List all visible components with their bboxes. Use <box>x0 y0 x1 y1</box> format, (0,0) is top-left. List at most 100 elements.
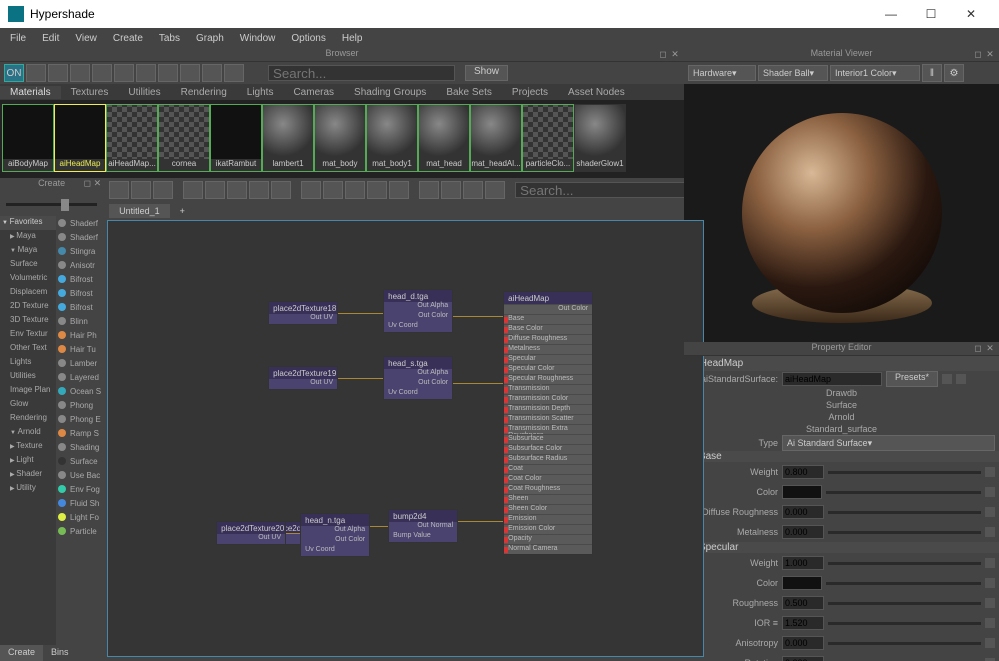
minimize-button[interactable]: — <box>871 1 911 27</box>
tab-utilities[interactable]: Utilities <box>118 86 170 99</box>
material-thumb[interactable]: mat_body1 <box>366 104 418 172</box>
category-item[interactable]: Other Text <box>0 342 56 356</box>
tool-5[interactable] <box>114 64 134 82</box>
menu-create[interactable]: Create <box>107 31 149 46</box>
graph-node[interactable]: head_n.tgaOut AlphaOut ColorUv Coord <box>300 513 370 557</box>
create-item[interactable]: Bifrost <box>56 272 103 286</box>
graph-node[interactable]: head_s.tgaOut AlphaOut ColorUv Coord <box>383 356 453 400</box>
create-item[interactable]: Lamber <box>56 356 103 370</box>
menu-options[interactable]: Options <box>285 31 331 46</box>
category-item[interactable]: Env Textur <box>0 328 56 342</box>
gtool-9[interactable] <box>301 181 321 199</box>
material-thumb[interactable]: aiHeadMap... <box>106 104 158 172</box>
gtool-7[interactable] <box>249 181 269 199</box>
create-item[interactable]: Use Bac <box>56 468 103 482</box>
category-item[interactable]: Rendering <box>0 412 56 426</box>
graph-tab-1[interactable]: Untitled_1 <box>109 204 170 218</box>
tool-8[interactable] <box>180 64 200 82</box>
category-item[interactable]: Image Plan <box>0 384 56 398</box>
graph-search[interactable] <box>515 182 702 198</box>
map-button[interactable] <box>985 558 995 568</box>
prop-value[interactable] <box>782 465 824 479</box>
menu-view[interactable]: View <box>69 31 103 46</box>
create-item[interactable]: Layered <box>56 370 103 384</box>
create-item[interactable]: Bifrost <box>56 286 103 300</box>
gtool-2[interactable] <box>131 181 151 199</box>
tool-2[interactable] <box>48 64 68 82</box>
graph-tab-add[interactable]: + <box>170 204 190 218</box>
tool-10[interactable] <box>224 64 244 82</box>
graph-node[interactable]: place2dTexture20Out UV <box>216 521 286 545</box>
prop-slider[interactable] <box>828 471 981 474</box>
gtool-14[interactable] <box>419 181 439 199</box>
gtool-5[interactable] <box>205 181 225 199</box>
prop-value[interactable] <box>782 636 824 650</box>
gtool-10[interactable] <box>323 181 343 199</box>
tool-4[interactable] <box>92 64 112 82</box>
prop-value[interactable] <box>782 596 824 610</box>
material-thumb[interactable]: mat_head <box>418 104 470 172</box>
category-item[interactable]: Shader <box>0 468 56 482</box>
tool-3[interactable] <box>70 64 90 82</box>
close-icon[interactable]: ✕ <box>985 49 995 59</box>
category-item[interactable]: Displacem <box>0 286 56 300</box>
color-swatch[interactable] <box>782 576 822 590</box>
footer-create[interactable]: Create <box>0 645 43 661</box>
close-icon[interactable]: ✕ <box>985 343 995 353</box>
menu-window[interactable]: Window <box>234 31 282 46</box>
create-item[interactable]: Shaderf <box>56 216 103 230</box>
gtool-17[interactable] <box>485 181 505 199</box>
create-item[interactable]: Bifrost <box>56 300 103 314</box>
gtool-11[interactable] <box>345 181 365 199</box>
tab-bakesets[interactable]: Bake Sets <box>436 86 502 99</box>
section-base[interactable]: Base <box>684 451 999 462</box>
menu-edit[interactable]: Edit <box>36 31 65 46</box>
category-item[interactable]: Light <box>0 454 56 468</box>
close-button[interactable]: ✕ <box>951 1 991 27</box>
category-item[interactable]: Volumetric <box>0 272 56 286</box>
tab-rendering[interactable]: Rendering <box>171 86 237 99</box>
close-icon[interactable]: ✕ <box>670 49 680 59</box>
graph-node[interactable]: head_d.tgaOut AlphaOut ColorUv Coord <box>383 289 453 333</box>
tab-assetnodes[interactable]: Asset Nodes <box>558 86 635 99</box>
create-item[interactable]: Hair Tu <box>56 342 103 356</box>
gtool-1[interactable] <box>109 181 129 199</box>
map-button[interactable] <box>985 487 995 497</box>
prop-value[interactable] <box>782 525 824 539</box>
tab-cameras[interactable]: Cameras <box>283 86 344 99</box>
prop-icon-2[interactable] <box>956 374 966 384</box>
menu-file[interactable]: File <box>4 31 32 46</box>
node-graph-canvas[interactable]: place2dTexture18Out UV place2dTexture19Ou… <box>107 220 704 657</box>
material-thumb[interactable]: mat_body <box>314 104 366 172</box>
map-button[interactable] <box>985 527 995 537</box>
category-item[interactable]: Surface <box>0 258 56 272</box>
gtool-4[interactable] <box>183 181 203 199</box>
tool-1[interactable] <box>26 64 46 82</box>
graph-node[interactable]: bump2d4Out NormalBump Value <box>388 509 458 543</box>
create-item[interactable]: Phong E <box>56 412 103 426</box>
gtool-3[interactable] <box>153 181 173 199</box>
material-thumb[interactable]: cornea <box>158 104 210 172</box>
maximize-button[interactable]: ☐ <box>911 1 951 27</box>
create-item[interactable]: Anisotr <box>56 258 103 272</box>
tool-9[interactable] <box>202 64 222 82</box>
graph-node[interactable]: place2dTexture19Out UV <box>268 366 338 390</box>
viewer-pause[interactable]: ‖ <box>922 64 942 82</box>
gtool-15[interactable] <box>441 181 461 199</box>
tool-6[interactable] <box>136 64 156 82</box>
gtool-12[interactable] <box>367 181 387 199</box>
tab-shadinggroups[interactable]: Shading Groups <box>344 86 436 99</box>
create-size-slider[interactable] <box>0 192 103 216</box>
prop-slider[interactable] <box>826 491 981 494</box>
prop-value[interactable] <box>782 616 824 630</box>
create-item[interactable]: Ramp S <box>56 426 103 440</box>
tab-lights[interactable]: Lights <box>237 86 284 99</box>
category-item[interactable]: Maya <box>0 244 56 258</box>
gtool-13[interactable] <box>389 181 409 199</box>
graph-node[interactable]: place2dTexture18Out UV <box>268 301 338 325</box>
gtool-16[interactable] <box>463 181 483 199</box>
prop-value[interactable] <box>782 505 824 519</box>
footer-bins[interactable]: Bins <box>43 645 77 661</box>
undock-icon[interactable]: ◻ <box>973 343 983 353</box>
create-item[interactable]: Shaderf <box>56 230 103 244</box>
